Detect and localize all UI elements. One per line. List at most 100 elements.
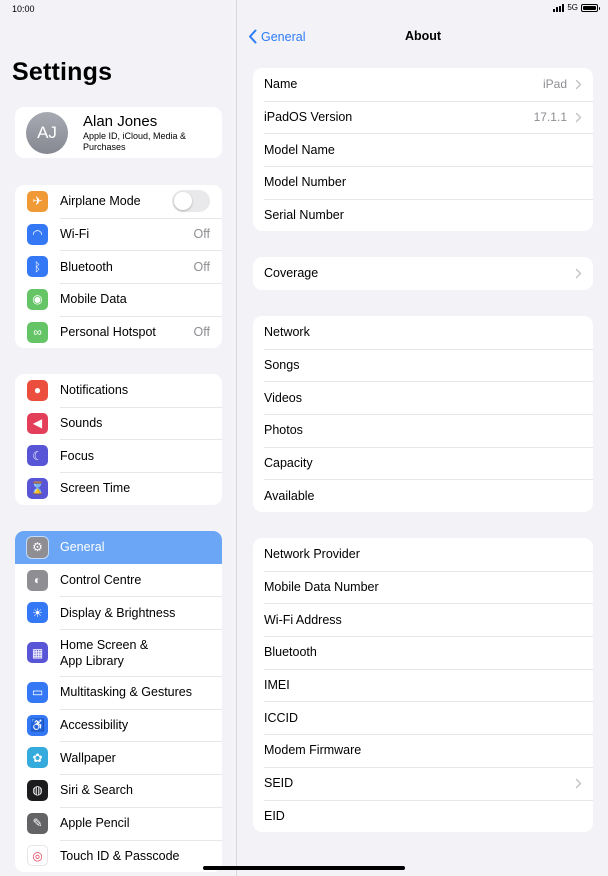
about-row-imei: IMEI: [253, 668, 593, 702]
bluetooth-icon: ᛒ: [27, 256, 48, 278]
sidebar-item-personal-hotspot[interactable]: ∞ Personal Hotspot Off: [15, 315, 222, 349]
wifi-icon: ◠: [27, 223, 48, 245]
sidebar-item-label: Home Screen & App Library: [60, 637, 149, 668]
about-row-label: Available: [264, 488, 315, 503]
sidebar-item-focus[interactable]: ☾ Focus: [15, 439, 222, 472]
multitasking-icon: ▭: [27, 681, 48, 703]
sidebar-item-label: Airplane Mode: [60, 194, 141, 209]
network-info-group: Network Provider Mobile Data Number Wi-Fi …: [253, 538, 593, 833]
about-row-label: Mobile Data Number: [264, 580, 379, 595]
about-row-name[interactable]: Name iPad: [253, 68, 593, 101]
sidebar-item-label: Siri & Search: [60, 783, 133, 798]
about-row-label: SEID: [264, 776, 294, 791]
sidebar-item-label: Control Centre: [60, 573, 142, 588]
connectivity-group: ✈ Airplane Mode ◠ Wi-Fi Off ᛒ Bluetooth Off ◉ Mob…: [15, 185, 222, 349]
about-row-label: Photos: [264, 423, 303, 438]
about-row-mobile-data-number: Mobile Data Number: [253, 570, 593, 604]
home-indicator[interactable]: [203, 866, 405, 870]
about-row-label: Network: [264, 325, 310, 340]
about-row-label: Modem Firmware: [264, 743, 362, 758]
about-row-label: Network Provider: [264, 547, 360, 562]
sidebar-item-apple-pencil[interactable]: ✎ Apple Pencil: [15, 806, 222, 840]
sidebar-title: Settings: [12, 58, 113, 86]
sidebar-item-label: General: [60, 540, 105, 555]
about-row-eid: EID: [253, 799, 593, 833]
sidebar-item-airplane-mode[interactable]: ✈ Airplane Mode: [15, 185, 222, 218]
moon-icon: ☾: [27, 445, 48, 467]
siri-icon: ◍: [27, 779, 48, 801]
chevron-left-icon: [249, 29, 257, 44]
sidebar-item-touch-id-passcode[interactable]: ◎ Touch ID & Passcode: [15, 839, 222, 873]
about-row-label: EID: [264, 808, 285, 823]
sidebar-item-sounds[interactable]: ◀ Sounds: [15, 406, 222, 440]
sidebar-item-label: Accessibility: [60, 718, 129, 733]
gear-icon: ⚙: [27, 536, 48, 558]
sidebar-item-accessibility[interactable]: ♿ Accessibility: [15, 708, 222, 742]
about-row-songs: Songs: [253, 348, 593, 382]
airplane-mode-toggle[interactable]: [172, 190, 210, 213]
hotspot-icon: ∞: [27, 321, 48, 343]
sun-icon: ☀: [27, 602, 48, 624]
about-row-label: Serial Number: [264, 208, 344, 223]
chevron-right-icon: [575, 268, 582, 279]
sidebar-item-value: Off: [193, 227, 210, 242]
about-pane: General About Name iPad iPadOS Version 17.1…: [238, 0, 608, 876]
device-info-group: Name iPad iPadOS Version 17.1.1 Model Name Mo…: [253, 68, 593, 232]
about-row-value: 17.1.1: [533, 110, 567, 125]
about-row-label: Songs: [264, 358, 300, 373]
about-row-label: iPadOS Version: [264, 110, 353, 125]
about-row-network-provider: Network Provider: [253, 538, 593, 571]
about-row-ipados-version[interactable]: iPadOS Version 17.1.1: [253, 100, 593, 134]
apple-id-card[interactable]: AJ Alan Jones Apple ID, iCloud, Media & …: [15, 107, 222, 158]
about-row-seid[interactable]: SEID: [253, 766, 593, 800]
sidebar-item-home-screen-app-library[interactable]: ▦ Home Screen & App Library: [15, 629, 222, 676]
sidebar-item-control-centre[interactable]: ◐ Control Centre: [15, 564, 222, 597]
profile-subtitle: Apple ID, iCloud, Media & Purchases: [83, 131, 187, 152]
sidebar-item-mobile-data[interactable]: ◉ Mobile Data: [15, 283, 222, 316]
sidebar-item-label: Focus: [60, 448, 95, 463]
about-row-label: IMEI: [264, 678, 290, 693]
sidebar-item-general[interactable]: ⚙ General: [15, 531, 222, 564]
about-row-serial-number: Serial Number: [253, 198, 593, 232]
sidebar-item-label: Bluetooth: [60, 259, 113, 274]
about-row-available: Available: [253, 479, 593, 512]
sidebar-item-siri-search[interactable]: ◍ Siri & Search: [15, 774, 222, 807]
profile-name: Alan Jones: [83, 113, 158, 130]
antenna-icon: ◉: [27, 288, 48, 310]
sidebar-item-label: Touch ID & Passcode: [60, 848, 180, 863]
bell-icon: ●: [27, 379, 48, 401]
avatar: AJ: [26, 112, 68, 154]
sidebar-item-label: Personal Hotspot: [60, 325, 156, 340]
sidebar-item-label: Display & Brightness: [60, 605, 176, 620]
sidebar-item-wallpaper[interactable]: ✿ Wallpaper: [15, 741, 222, 774]
sidebar-item-display-brightness[interactable]: ☀ Display & Brightness: [15, 596, 222, 629]
sidebar-item-value: Off: [193, 325, 210, 340]
about-row-model-name: Model Name: [253, 133, 593, 166]
sidebar-item-label: Wallpaper: [60, 750, 116, 765]
sidebar-item-notifications[interactable]: ● Notifications: [15, 374, 222, 407]
about-row-coverage[interactable]: Coverage: [253, 257, 593, 290]
speaker-icon: ◀: [27, 412, 48, 434]
chevron-right-icon: [575, 112, 582, 122]
about-row-iccid: ICCID: [253, 701, 593, 734]
page-title: About: [405, 29, 442, 43]
sidebar-item-screen-time[interactable]: ⌛ Screen Time: [15, 472, 222, 505]
media-info-group: Network Songs Videos Photos Capacity Availabl…: [253, 316, 593, 513]
coverage-group: Coverage: [253, 257, 593, 290]
sidebar-item-wi-fi[interactable]: ◠ Wi-Fi Off: [15, 217, 222, 251]
about-row-model-number: Model Number: [253, 166, 593, 199]
sidebar-item-multitasking-gestures[interactable]: ▭ Multitasking & Gestures: [15, 676, 222, 709]
about-row-value: iPad: [542, 77, 567, 92]
about-row-label: ICCID: [264, 710, 299, 725]
about-row-capacity: Capacity: [253, 446, 593, 480]
back-button[interactable]: General: [248, 29, 305, 44]
about-row-bluetooth: Bluetooth: [253, 636, 593, 669]
sidebar-item-bluetooth[interactable]: ᛒ Bluetooth Off: [15, 250, 222, 283]
about-row-wi-fi-address: Wi-Fi Address: [253, 603, 593, 636]
sidebar-item-value: Off: [193, 259, 210, 274]
about-row-modem-firmware: Modem Firmware: [253, 734, 593, 767]
about-row-network: Network: [253, 316, 593, 349]
about-row-label: Coverage: [264, 266, 319, 281]
accessibility-icon: ♿: [27, 714, 48, 736]
chevron-right-icon: [575, 778, 582, 788]
